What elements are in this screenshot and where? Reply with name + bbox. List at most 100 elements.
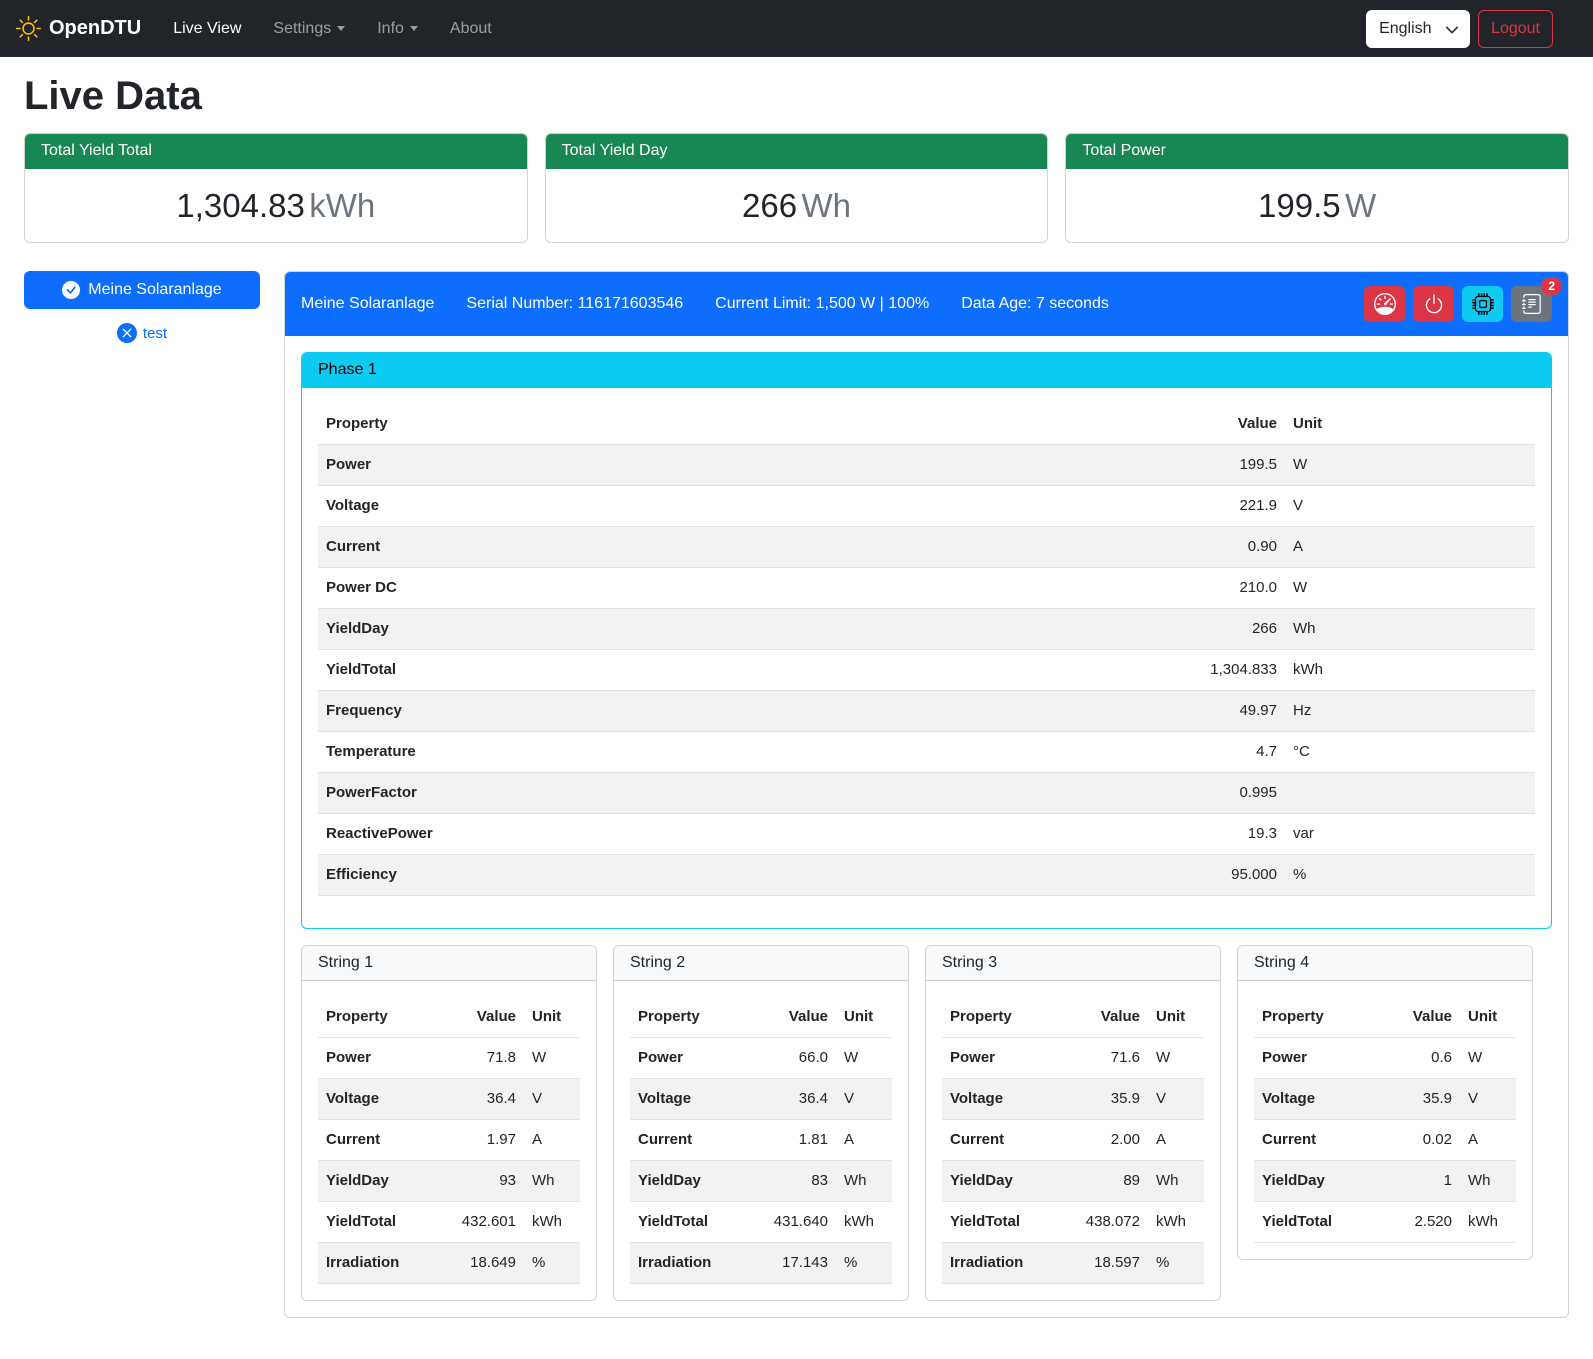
- value-cell: 17.143: [740, 1243, 836, 1284]
- nav-item-live-view[interactable]: Live View: [157, 12, 257, 46]
- property-cell: Power: [942, 1038, 1052, 1079]
- unit-cell: %: [1148, 1243, 1204, 1284]
- app-brand[interactable]: OpenDTU: [16, 16, 141, 41]
- page-title: Live Data: [24, 74, 1569, 119]
- inverter-selected-button[interactable]: Meine Solaranlage: [24, 271, 260, 309]
- unit-cell: W: [1285, 568, 1535, 609]
- table-row: Temperature4.7°C: [318, 732, 1535, 773]
- column-header-property: Property: [1254, 997, 1364, 1038]
- card-value-body: 199.5 W: [1066, 169, 1568, 242]
- unit-cell: A: [1148, 1120, 1204, 1161]
- property-cell: Current: [630, 1120, 740, 1161]
- value-cell: 49.97: [1145, 691, 1285, 732]
- value-cell: 18.597: [1052, 1243, 1148, 1284]
- unit-cell: °C: [1285, 732, 1535, 773]
- table-row: Voltage35.9V: [1254, 1079, 1516, 1120]
- property-cell: YieldDay: [318, 609, 1145, 650]
- unit-cell: %: [524, 1243, 580, 1284]
- string-3-table: Property Value Unit Power71.6WVoltage35.…: [942, 997, 1204, 1284]
- nav-item-about[interactable]: About: [434, 12, 508, 46]
- unit-cell: kWh: [836, 1202, 892, 1243]
- language-select[interactable]: English: [1366, 10, 1470, 48]
- string-2-table-body: Power66.0WVoltage36.4VCurrent1.81AYieldD…: [630, 1038, 892, 1284]
- unit-cell: var: [1285, 814, 1535, 855]
- power-control-button[interactable]: [1413, 286, 1454, 322]
- property-cell: Irradiation: [318, 1243, 428, 1284]
- property-cell: Power DC: [318, 568, 1145, 609]
- string-3-card: String 3 Property Value Unit Power71.6WV…: [925, 945, 1221, 1301]
- property-cell: Frequency: [318, 691, 1145, 732]
- total-power-card: Total Power 199.5 W: [1065, 133, 1569, 243]
- phase-table-body: Power199.5WVoltage221.9VCurrent0.90APowe…: [318, 445, 1535, 896]
- inverter-name: Meine Solaranlage: [301, 295, 434, 313]
- inverter-test-label: test: [143, 325, 167, 342]
- power-icon: [1423, 293, 1445, 315]
- property-cell: Irradiation: [630, 1243, 740, 1284]
- unit-cell: kWh: [1148, 1202, 1204, 1243]
- value-cell: 71.8: [428, 1038, 524, 1079]
- inverter-serial: Serial Number: 116171603546: [466, 295, 683, 313]
- table-row: Current1.97A: [318, 1120, 580, 1161]
- event-log-button[interactable]: 2: [1511, 286, 1552, 322]
- summary-value: 199.5: [1258, 187, 1341, 224]
- value-cell: 36.4: [740, 1079, 836, 1120]
- limit-settings-button[interactable]: [1364, 286, 1405, 322]
- table-row: Power71.6W: [942, 1038, 1204, 1079]
- phase-title: Phase 1: [302, 353, 1551, 388]
- column-header-value: Value: [1145, 404, 1285, 445]
- value-cell: 431.640: [740, 1202, 836, 1243]
- nav-item-info[interactable]: Info: [361, 12, 434, 46]
- string-body: Property Value Unit Power71.8WVoltage36.…: [302, 981, 596, 1284]
- inverter-item-test[interactable]: test: [24, 323, 260, 343]
- value-cell: 1.81: [740, 1120, 836, 1161]
- card-title: Total Yield Total: [25, 134, 527, 169]
- property-cell: Power: [318, 445, 1145, 486]
- device-info-button[interactable]: [1462, 286, 1503, 322]
- property-cell: Temperature: [318, 732, 1145, 773]
- table-row: Irradiation17.143%: [630, 1243, 892, 1284]
- table-row: YieldTotal432.601kWh: [318, 1202, 580, 1243]
- column-header-value: Value: [1052, 997, 1148, 1038]
- journal-text-icon: [1522, 294, 1542, 314]
- value-cell: 2.00: [1052, 1120, 1148, 1161]
- value-cell: 2.520: [1364, 1202, 1460, 1243]
- speedometer-icon: [1374, 293, 1396, 315]
- logout-button[interactable]: Logout: [1478, 10, 1553, 48]
- value-cell: 1: [1364, 1161, 1460, 1202]
- top-navbar: OpenDTU Live View Settings Info About En…: [0, 0, 1593, 57]
- property-cell: Voltage: [318, 486, 1145, 527]
- cpu-icon: [1472, 293, 1494, 315]
- string-2-card: String 2 Property Value Unit Power66.0WV…: [613, 945, 909, 1301]
- unit-cell: W: [836, 1038, 892, 1079]
- column-header-property: Property: [942, 997, 1052, 1038]
- unit-cell: kWh: [1460, 1202, 1516, 1243]
- column-header-unit: Unit: [1148, 997, 1204, 1038]
- unit-cell: A: [1285, 527, 1535, 568]
- property-cell: Current: [318, 527, 1145, 568]
- unit-cell: %: [836, 1243, 892, 1284]
- property-cell: Current: [942, 1120, 1052, 1161]
- total-yield-day-card: Total Yield Day 266 Wh: [545, 133, 1049, 243]
- card-title: Total Power: [1066, 134, 1568, 169]
- table-row: Power66.0W: [630, 1038, 892, 1079]
- value-cell: 93: [428, 1161, 524, 1202]
- inverter-card: Meine Solaranlage Serial Number: 1161716…: [284, 271, 1569, 1318]
- string-body: Property Value Unit Power66.0WVoltage36.…: [614, 981, 908, 1284]
- value-cell: 432.601: [428, 1202, 524, 1243]
- property-cell: YieldTotal: [630, 1202, 740, 1243]
- nav-item-settings[interactable]: Settings: [257, 12, 361, 46]
- property-cell: YieldDay: [630, 1161, 740, 1202]
- table-row: YieldTotal431.640kWh: [630, 1202, 892, 1243]
- string-body: Property Value Unit Power71.6WVoltage35.…: [926, 981, 1220, 1284]
- value-cell: 1,304.833: [1145, 650, 1285, 691]
- property-cell: YieldTotal: [1254, 1202, 1364, 1243]
- total-yield-total-card: Total Yield Total 1,304.83 kWh: [24, 133, 528, 243]
- column-header-value: Value: [1364, 997, 1460, 1038]
- table-row: YieldTotal1,304.833kWh: [318, 650, 1535, 691]
- property-cell: Voltage: [942, 1079, 1052, 1120]
- string-body: Property Value Unit Power0.6WVoltage35.9…: [1238, 981, 1532, 1243]
- column-header-property: Property: [318, 404, 1145, 445]
- value-cell: 36.4: [428, 1079, 524, 1120]
- value-cell: 0.02: [1364, 1120, 1460, 1161]
- column-header-value: Value: [740, 997, 836, 1038]
